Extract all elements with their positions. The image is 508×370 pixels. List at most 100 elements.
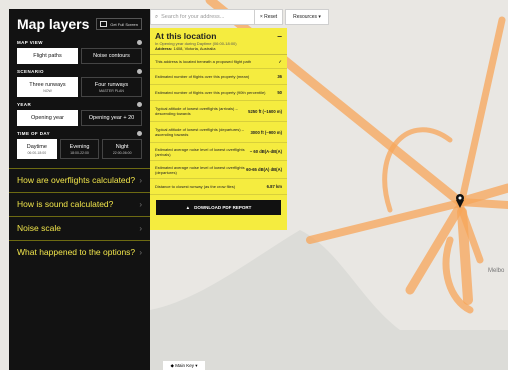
row-value: ✓ [278, 59, 282, 64]
collapse-icon[interactable]: – [277, 31, 282, 41]
map-layers-sidebar: Map layers Get Full Screen MAP VIEW Flig… [9, 9, 150, 370]
search-placeholder: Search for your address... [161, 14, 225, 20]
info-icon[interactable] [137, 101, 142, 107]
row-label: Estimated number of flights over this pr… [155, 90, 266, 95]
panel-row: Estimated average noise level of lowest … [150, 143, 287, 161]
accordion-overflights[interactable]: How are overflights calculated? › [9, 168, 150, 192]
time-of-day-toggle: Daytime 06:00-18:00 Evening 18:00-22:00 … [17, 139, 143, 159]
flight-path [456, 198, 508, 209]
row-value: 50 [277, 90, 282, 95]
scenario-section: SCENARIO Three runways NOW Four runways … [9, 67, 150, 97]
time-option-name: Evening [69, 143, 90, 150]
map-view-flight-paths[interactable]: Flight paths [17, 48, 78, 64]
scenario-option-sub: MASTER PLAN [99, 88, 124, 93]
info-accordion: How are overflights calculated? › How is… [9, 168, 150, 264]
scenario-three-runways[interactable]: Three runways NOW [17, 77, 78, 97]
accordion-label: How is sound calculated? [17, 199, 114, 209]
info-icon[interactable] [137, 39, 142, 45]
map-view-noise-contours[interactable]: Noise contours [81, 48, 142, 64]
chevron-right-icon: › [139, 200, 142, 209]
panel-row: This address is located beneath a propos… [150, 55, 287, 69]
main-key-label: Main Key [175, 363, 194, 368]
map-view-label: MAP VIEW [17, 39, 43, 45]
time-daytime[interactable]: Daytime 06:00-18:00 [17, 139, 57, 159]
row-label: Estimated average noise level of lowest … [155, 164, 245, 175]
row-label: Typical altitude of lowest overflights (… [155, 106, 238, 116]
year-opening-plus-20[interactable]: Opening year + 20 [81, 110, 142, 126]
panel-row: Typical altitude of lowest overflights (… [150, 122, 287, 143]
reset-label: Reset [264, 14, 278, 20]
scenario-four-runways[interactable]: Four runways MASTER PLAN [81, 77, 142, 97]
panel-row: Distance to closest runway (as the crow … [150, 179, 287, 195]
row-label: Typical altitude of lowest overflights (… [155, 127, 244, 137]
chevron-right-icon: › [139, 224, 142, 233]
time-of-day-section: TIME OF DAY Daytime 06:00-18:00 Evening … [9, 129, 150, 159]
accordion-sound[interactable]: How is sound calculated? › [9, 192, 150, 216]
time-evening[interactable]: Evening 18:00-22:00 [59, 139, 100, 159]
scenario-option-name: Four runways [94, 81, 129, 88]
download-pdf-button[interactable]: ▲ DOWNLOAD PDF REPORT [156, 200, 281, 215]
time-night[interactable]: Night 22:00-06:00 [102, 139, 143, 159]
reset-button[interactable]: × Reset [254, 9, 283, 25]
fullscreen-label: Get Full Screen [110, 21, 138, 27]
row-value: ~ 60 dB(A-dB(A) [249, 149, 282, 154]
scenario-label: SCENARIO [17, 68, 44, 74]
time-option-sub: 06:00-18:00 [27, 150, 47, 155]
row-value: 3000 ft (~900 m) [250, 129, 282, 135]
time-option-name: Daytime [26, 143, 47, 150]
resources-dropdown[interactable]: Resources ▾ [285, 9, 329, 25]
fullscreen-button[interactable]: Get Full Screen [96, 18, 142, 30]
main-key-button[interactable]: ◆ Main Key ▾ [163, 361, 205, 370]
address-label: Address: [155, 46, 173, 51]
scenario-toggle: Three runways NOW Four runways MASTER PL… [17, 77, 142, 97]
panel-title: At this location [155, 31, 217, 41]
accordion-noise-scale[interactable]: Noise scale › [9, 216, 150, 240]
year-header: YEAR [17, 100, 142, 108]
chevron-right-icon: › [139, 248, 142, 257]
flight-path [306, 200, 460, 244]
row-label: Estimated number of flights over this pr… [155, 74, 250, 79]
location-info-panel: At this location – In Opening year durin… [150, 28, 287, 230]
chevron-right-icon: › [139, 176, 142, 185]
resources-label: Resources [293, 14, 317, 20]
chevron-down-icon: ▾ [193, 362, 198, 368]
sidebar-header: Map layers Get Full Screen [9, 9, 150, 35]
time-option-sub: 18:00-22:00 [70, 150, 89, 155]
scenario-option-name: Three runways [29, 81, 66, 88]
map-view-toggle: Flight paths Noise contours [17, 48, 142, 64]
year-label: YEAR [17, 101, 32, 107]
row-label: This address is located beneath a propos… [155, 59, 252, 64]
download-icon: ▲ [185, 205, 191, 210]
accordion-label: Noise scale [17, 223, 61, 233]
chevron-down-icon: ▾ [317, 14, 321, 20]
row-value: 5250 ft (~1600 m) [248, 108, 282, 114]
panel-header: At this location – [150, 28, 287, 41]
panel-row: Typical altitude of lowest overflights (… [150, 101, 287, 122]
row-label: Estimated average noise level of lowest … [155, 146, 245, 157]
accordion-label: What happened to the options? [17, 247, 136, 257]
year-toggle: Opening year Opening year + 20 [17, 110, 142, 126]
scenario-header: SCENARIO [17, 67, 142, 75]
row-value: 60-65 dB(A) dB(A) [246, 167, 282, 172]
panel-rows: This address is located beneath a propos… [150, 54, 287, 195]
flight-path [458, 16, 506, 204]
search-icon: ⌕ [155, 13, 159, 20]
time-of-day-label: TIME OF DAY [17, 130, 50, 136]
panel-address: Address: 1408, Victoria, Australia [150, 46, 287, 54]
address-value: 1408, Victoria, Australia [173, 46, 216, 51]
row-value: 36 [277, 74, 282, 79]
city-label: Melbo [488, 268, 505, 274]
accordion-label: How are overflights calculated? [17, 175, 136, 185]
time-option-name: Night [115, 143, 129, 150]
row-label: Distance to closest runway (as the crow … [155, 184, 236, 189]
map-view-section: MAP VIEW Flight paths Noise contours [9, 38, 150, 64]
info-icon[interactable] [137, 130, 142, 136]
accordion-options[interactable]: What happened to the options? › [9, 240, 150, 264]
time-option-sub: 22:00-06:00 [112, 150, 132, 155]
panel-row: Estimated number of flights over this pr… [150, 85, 287, 101]
fullscreen-icon [100, 21, 108, 27]
info-icon[interactable] [137, 68, 142, 74]
year-opening[interactable]: Opening year [17, 110, 78, 126]
time-of-day-header: TIME OF DAY [17, 129, 142, 137]
row-value: 6.87 km [266, 184, 282, 189]
